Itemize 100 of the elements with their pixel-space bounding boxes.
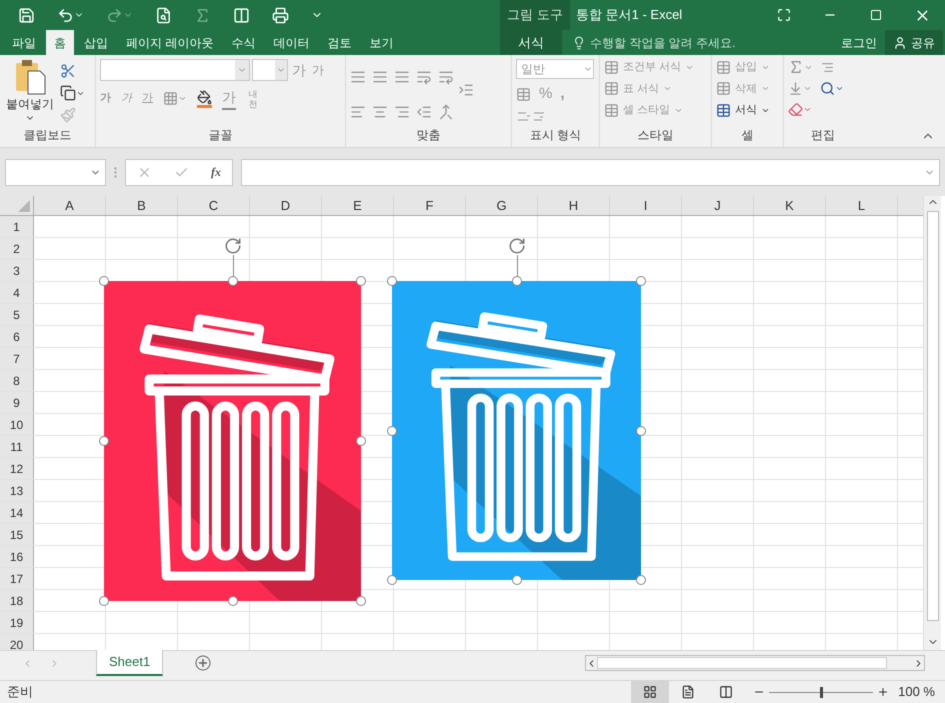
copy-icon[interactable] [60,85,85,101]
trash-can-picture[interactable] [104,281,361,601]
column-header[interactable]: I [610,196,682,215]
table-icon [716,60,731,75]
maximize-icon [870,9,882,21]
insert-function-button[interactable]: fx [211,163,221,181]
row-header[interactable]: 4 [0,282,34,303]
grip-dots-icon[interactable] [114,166,117,178]
resize-handle[interactable] [512,276,522,286]
ribbon-tab[interactable]: 파일 [4,30,44,55]
resize-handle[interactable] [636,575,646,585]
add-sheet-icon[interactable] [195,655,212,671]
search-icon[interactable] [820,81,844,96]
resize-handle[interactable] [356,596,366,606]
column-header[interactable]: K [754,196,826,215]
printer-icon[interactable] [272,6,289,24]
ribbon-tab[interactable]: 검토 [319,30,360,55]
currency-icon[interactable] [516,86,531,102]
column-width-icon[interactable] [233,6,250,24]
ribbon-tab[interactable]: 홈 [46,30,74,55]
row-header[interactable]: 17 [0,568,34,589]
print-preview-icon[interactable] [155,6,172,24]
rotate-handle-icon[interactable] [508,237,526,255]
column-header[interactable]: L [826,196,898,215]
normal-view-icon[interactable] [631,680,669,703]
resize-handle[interactable] [387,426,397,436]
sign-in-link[interactable]: 로그인 [833,30,885,55]
cells-button[interactable]: 서식 [716,102,770,118]
borders-icon[interactable] [163,91,187,106]
fill-color-icon[interactable] [197,90,212,108]
zoom-slider-thumb[interactable] [820,686,823,698]
row-header[interactable]: 13 [0,480,34,501]
column-header[interactable]: A [34,196,106,215]
ribbon-tab[interactable]: 데이터 [265,30,318,55]
ribbon-tab[interactable]: 보기 [361,30,402,55]
resize-handle[interactable] [99,276,109,286]
row-header[interactable]: 2 [0,238,34,259]
row-header[interactable]: 20 [0,634,34,650]
sheet-tab[interactable]: Sheet1 [96,650,164,676]
ribbon-display-icon [777,8,791,22]
context-tab-group-label: 그림 도구 [500,0,570,30]
horizontal-scrollbar[interactable] [585,655,925,671]
row-header[interactable]: 3 [0,260,34,281]
tell-me-field[interactable]: 수행할 작업을 알려 주세요. [562,30,797,55]
group-label: 글꼴 [208,127,234,144]
row-header[interactable]: 18 [0,590,34,611]
formula-input[interactable] [241,158,940,186]
column-header[interactable]: H [538,196,610,215]
font-size-field[interactable] [252,59,288,81]
trash-can-picture[interactable] [392,281,641,580]
column-header[interactable]: B [106,196,178,215]
vertical-scrollbar[interactable] [923,196,941,650]
row-header[interactable]: 7 [0,348,34,369]
save-icon[interactable] [18,6,35,24]
row-header[interactable]: 10 [0,414,34,435]
row-header[interactable]: 8 [0,370,34,391]
fill-icon[interactable] [788,81,812,96]
row-header[interactable]: 19 [0,612,34,633]
resize-handle[interactable] [99,596,109,606]
row-header[interactable]: 9 [0,392,34,413]
increase-indent-icon[interactable] [458,82,474,98]
resize-handle[interactable] [356,276,366,286]
row-header[interactable]: 14 [0,502,34,523]
column-header[interactable]: C [178,196,250,215]
row-header[interactable]: 15 [0,524,34,545]
rotate-handle-icon[interactable] [224,237,242,255]
undo-icon[interactable] [57,6,84,24]
ribbon-tab[interactable]: 서식 [500,30,562,55]
row-header[interactable]: 11 [0,436,34,457]
ribbon-tab[interactable]: 페이지 레이아웃 [118,30,222,55]
resize-handle[interactable] [228,276,238,286]
group-label: 클립보드 [22,127,72,144]
resize-handle[interactable] [99,436,109,446]
row-header[interactable]: 16 [0,546,34,567]
paste-button[interactable]: 붙여넣기 [4,59,56,126]
resize-handle[interactable] [387,276,397,286]
person-icon [893,36,907,50]
ribbon-tab[interactable]: 수식 [223,30,264,55]
column-header[interactable]: J [682,196,754,215]
zoom-level[interactable]: 100 % [889,682,945,702]
tell-me-placeholder: 수행할 작업을 알려 주세요. [590,34,736,52]
row-header[interactable]: 12 [0,458,34,479]
font-name-field[interactable] [100,59,250,81]
share-button[interactable]: 공유 [885,30,943,55]
resize-handle[interactable] [387,575,397,585]
column-header[interactable]: D [250,196,322,215]
column-header[interactable]: F [394,196,466,215]
row-header[interactable]: 1 [0,216,34,237]
resize-handle[interactable] [356,436,366,446]
resize-handle[interactable] [636,276,646,286]
scrollbar-thumb[interactable] [597,657,887,669]
zoom-in-icon[interactable] [877,686,889,698]
scrollbar-thumb[interactable] [926,211,938,621]
row-header[interactable]: 5 [0,304,34,325]
ribbon-tab[interactable]: 삽입 [76,30,116,55]
zoom-slider[interactable] [769,686,873,698]
column-header[interactable]: E [322,196,394,215]
column-header[interactable]: G [466,196,538,215]
group-label: 편집 [810,127,836,144]
row-header[interactable]: 6 [0,326,34,347]
